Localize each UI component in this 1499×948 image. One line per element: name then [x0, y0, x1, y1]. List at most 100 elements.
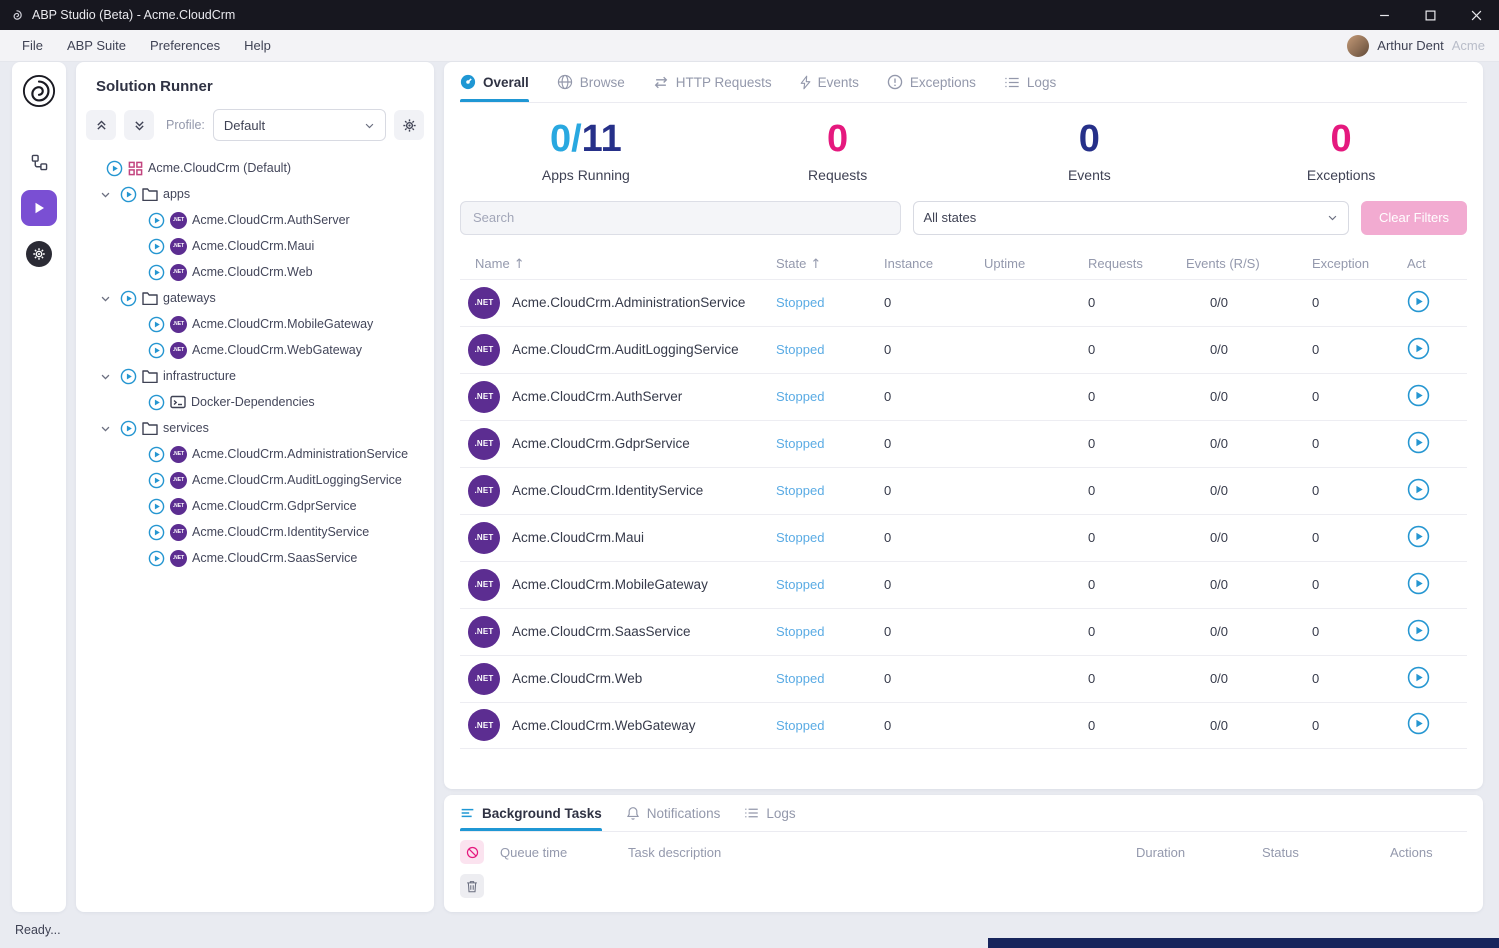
- column-header-uptime[interactable]: Uptime: [964, 256, 1068, 271]
- menu-abp-suite[interactable]: ABP Suite: [67, 38, 126, 53]
- profile-settings-button[interactable]: [394, 110, 424, 140]
- tab-background-tasks[interactable]: Background Tasks: [460, 795, 602, 831]
- solution-explorer-button[interactable]: [21, 144, 57, 180]
- column-header-instance[interactable]: Instance: [864, 256, 964, 271]
- tree-play-icon[interactable]: [148, 212, 165, 229]
- tree-play-icon[interactable]: [148, 264, 165, 281]
- tree-play-icon[interactable]: [148, 524, 165, 541]
- start-app-button[interactable]: [1407, 336, 1431, 360]
- start-app-button[interactable]: [1407, 571, 1431, 595]
- tree-play-icon[interactable]: [120, 368, 137, 385]
- tab-browse[interactable]: Browse: [557, 62, 625, 102]
- tree-item[interactable]: .NET services: [86, 415, 424, 441]
- tree-item[interactable]: .NET Acme.CloudCrm.Web: [86, 259, 424, 285]
- tab-bottom-logs[interactable]: Logs: [744, 795, 795, 831]
- tree-play-icon[interactable]: [106, 160, 123, 177]
- tab-overall[interactable]: Overall: [460, 62, 529, 102]
- settings-button[interactable]: [21, 236, 57, 272]
- avatar[interactable]: [1347, 35, 1369, 57]
- table-row[interactable]: .NET Acme.CloudCrm.Web Stopped 0 0 0/0 0: [460, 655, 1467, 702]
- tree-item[interactable]: .NET Acme.CloudCrm.GdprService: [86, 493, 424, 519]
- chevron-down-icon[interactable]: [100, 189, 111, 200]
- tree-item[interactable]: .NET Acme.CloudCrm.MobileGateway: [86, 311, 424, 337]
- tree-item[interactable]: .NET Acme.CloudCrm.SaasService: [86, 545, 424, 571]
- user-area[interactable]: Arthur Dent Acme: [1347, 35, 1485, 57]
- expand-all-button[interactable]: [124, 110, 154, 140]
- start-app-button[interactable]: [1407, 383, 1431, 407]
- dotnet-icon: .NET: [468, 428, 500, 460]
- tree-item[interactable]: .NET Acme.CloudCrm.AuthServer: [86, 207, 424, 233]
- start-app-button[interactable]: [1407, 618, 1431, 642]
- tree-play-icon[interactable]: [148, 238, 165, 255]
- table-row[interactable]: .NET Acme.CloudCrm.AdministrationService…: [460, 279, 1467, 326]
- start-app-button[interactable]: [1407, 430, 1431, 454]
- table-row[interactable]: .NET Acme.CloudCrm.AuthServer Stopped 0 …: [460, 373, 1467, 420]
- column-header-events[interactable]: Events (R/S): [1166, 256, 1292, 271]
- clear-filters-button[interactable]: Clear Filters: [1361, 201, 1467, 235]
- table-row[interactable]: .NET Acme.CloudCrm.WebGateway Stopped 0 …: [460, 702, 1467, 749]
- tree-play-icon[interactable]: [148, 316, 165, 333]
- column-header-name[interactable]: Name↑: [460, 256, 766, 272]
- column-header-requests[interactable]: Requests: [1068, 256, 1166, 271]
- chevron-down-icon[interactable]: [100, 423, 111, 434]
- tree-item[interactable]: .NET infrastructure: [86, 363, 424, 389]
- table-row[interactable]: .NET Acme.CloudCrm.IdentityService Stopp…: [460, 467, 1467, 514]
- tree-play-icon[interactable]: [148, 550, 165, 567]
- stat-value: 0: [827, 118, 848, 160]
- tab-events[interactable]: Events: [800, 62, 859, 102]
- tree-item[interactable]: .NET Acme.CloudCrm (Default): [86, 155, 424, 181]
- tree-item[interactable]: .NET Docker-Dependencies: [86, 389, 424, 415]
- table-row[interactable]: .NET Acme.CloudCrm.MobileGateway Stopped…: [460, 561, 1467, 608]
- tree-item[interactable]: .NET Acme.CloudCrm.WebGateway: [86, 337, 424, 363]
- start-app-button[interactable]: [1407, 289, 1431, 313]
- tree-play-icon[interactable]: [120, 186, 137, 203]
- column-header-exceptions[interactable]: Exception: [1292, 256, 1387, 271]
- table-row[interactable]: .NET Acme.CloudCrm.SaasService Stopped 0…: [460, 608, 1467, 655]
- collapse-all-button[interactable]: [86, 110, 116, 140]
- tree-play-icon[interactable]: [148, 342, 165, 359]
- tree-play-icon[interactable]: [120, 420, 137, 437]
- maximize-button[interactable]: [1407, 0, 1453, 30]
- start-app-button[interactable]: [1407, 712, 1431, 736]
- chevron-down-icon[interactable]: [100, 371, 111, 382]
- tree-play-icon[interactable]: [148, 498, 165, 515]
- tab-logs[interactable]: Logs: [1004, 62, 1056, 102]
- tree-item[interactable]: .NET gateways: [86, 285, 424, 311]
- tab-exceptions[interactable]: Exceptions: [887, 62, 976, 102]
- tab-label: Notifications: [647, 806, 721, 821]
- tree-item[interactable]: .NET Acme.CloudCrm.Maui: [86, 233, 424, 259]
- tree-item[interactable]: .NET Acme.CloudCrm.IdentityService: [86, 519, 424, 545]
- start-app-button[interactable]: [1407, 524, 1431, 548]
- chevron-down-icon[interactable]: [100, 293, 111, 304]
- tree-play-icon[interactable]: [148, 394, 165, 411]
- tree-item[interactable]: .NET Acme.CloudCrm.AuditLoggingService: [86, 467, 424, 493]
- menu-preferences[interactable]: Preferences: [150, 38, 220, 53]
- tree-item-label: Acme.CloudCrm.IdentityService: [192, 525, 369, 539]
- search-input[interactable]: [460, 201, 901, 235]
- start-app-button[interactable]: [1407, 665, 1431, 689]
- close-button[interactable]: [1453, 0, 1499, 30]
- menu-file[interactable]: File: [22, 38, 43, 53]
- tree-play-icon[interactable]: [120, 290, 137, 307]
- tab-http-requests[interactable]: HTTP Requests: [653, 62, 772, 102]
- solution-runner-button[interactable]: [21, 190, 57, 226]
- table-row[interactable]: .NET Acme.CloudCrm.Maui Stopped 0 0 0/0 …: [460, 514, 1467, 561]
- tab-notifications[interactable]: Notifications: [626, 795, 721, 831]
- abp-studio-logo-icon: [22, 74, 56, 108]
- table-row[interactable]: .NET Acme.CloudCrm.GdprService Stopped 0…: [460, 420, 1467, 467]
- table-row[interactable]: .NET Acme.CloudCrm.AuditLoggingService S…: [460, 326, 1467, 373]
- tree-play-icon[interactable]: [148, 446, 165, 463]
- start-app-button[interactable]: [1407, 477, 1431, 501]
- clear-tasks-button[interactable]: [460, 874, 484, 898]
- state-filter-select[interactable]: All states: [913, 201, 1350, 235]
- cancel-tasks-button[interactable]: [460, 840, 484, 864]
- profile-select[interactable]: Default: [213, 109, 386, 141]
- column-header-state[interactable]: State↑: [766, 256, 864, 272]
- column-header-actions[interactable]: Act: [1387, 256, 1467, 271]
- menu-help[interactable]: Help: [244, 38, 271, 53]
- stat-label: Apps Running: [460, 167, 712, 183]
- minimize-button[interactable]: [1361, 0, 1407, 30]
- tree-item[interactable]: .NET apps: [86, 181, 424, 207]
- tree-item[interactable]: .NET Acme.CloudCrm.AdministrationService: [86, 441, 424, 467]
- tree-play-icon[interactable]: [148, 472, 165, 489]
